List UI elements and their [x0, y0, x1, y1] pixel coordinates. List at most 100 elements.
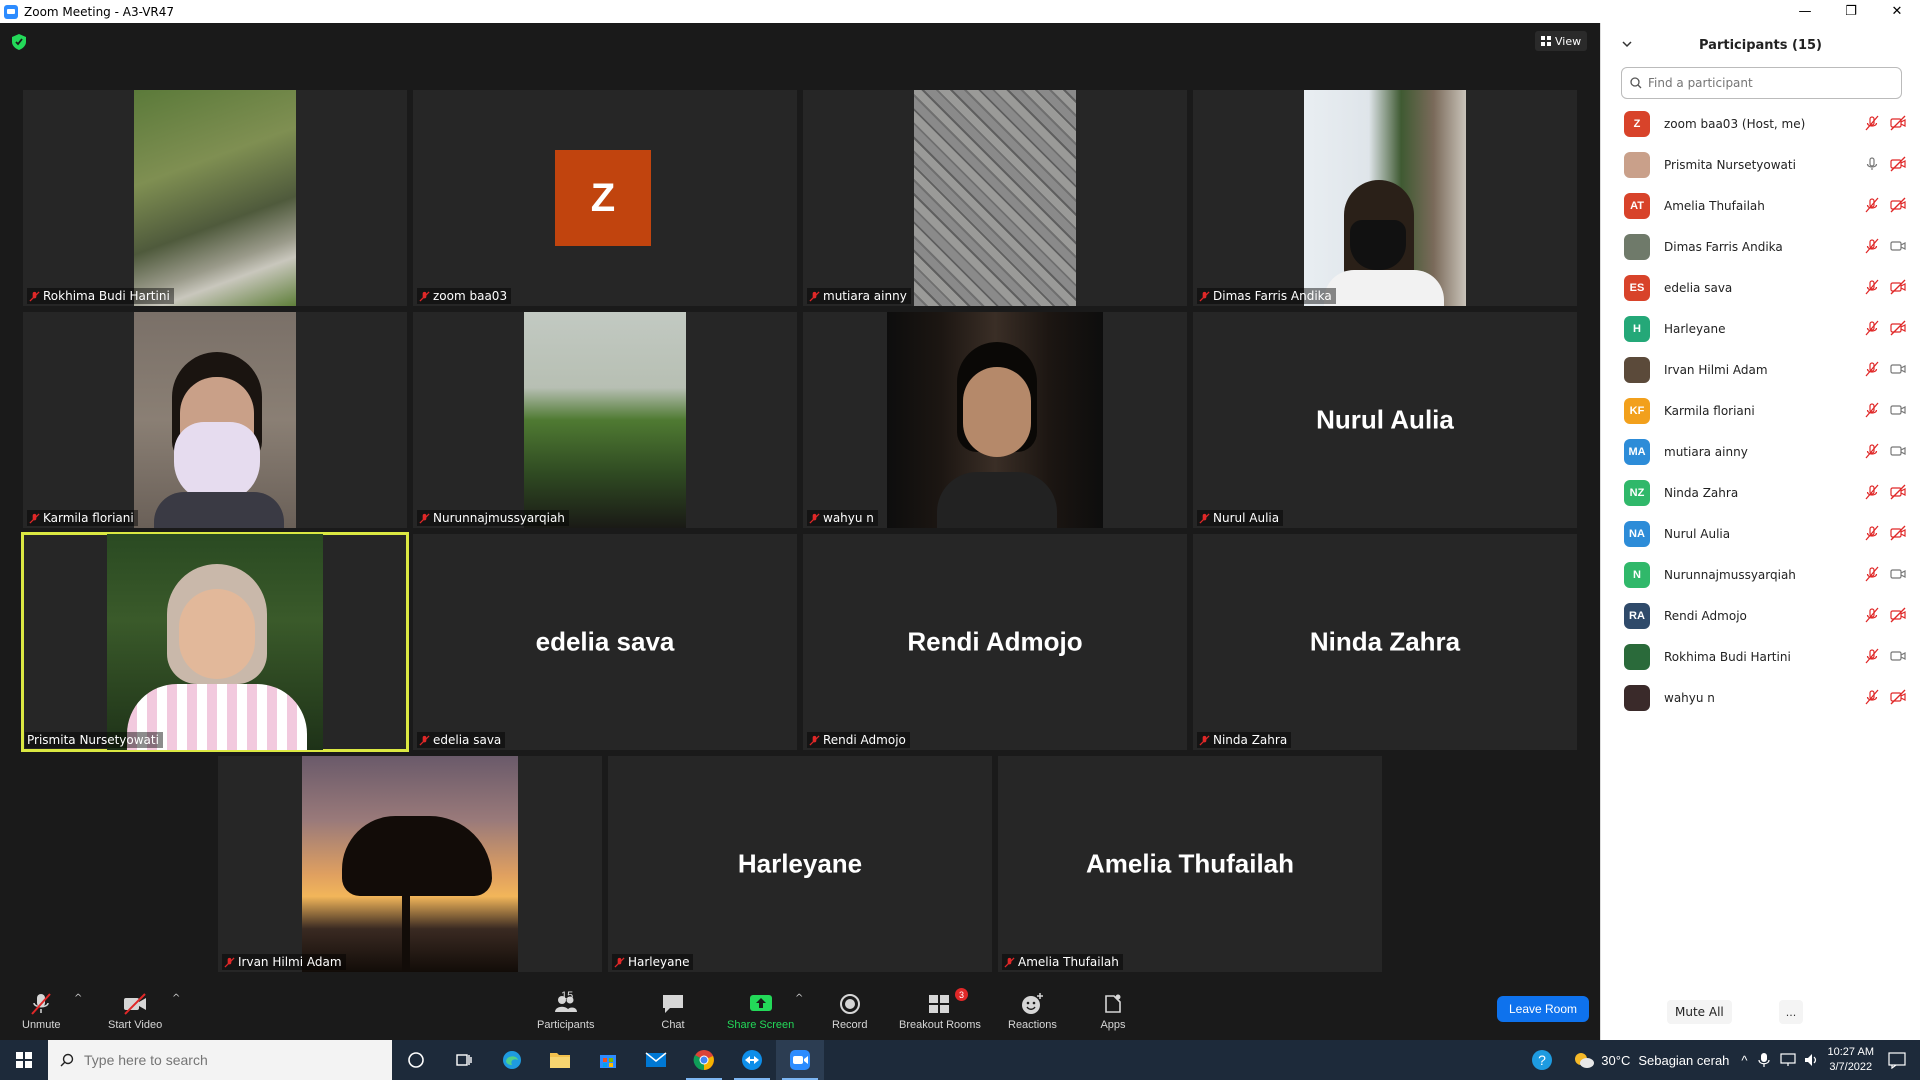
audio-options-caret[interactable]: ^ — [74, 993, 82, 1004]
mail-app[interactable] — [632, 1040, 680, 1080]
video-off-icon[interactable] — [1890, 607, 1906, 623]
video-tile[interactable]: Irvan Hilmi Adam — [218, 756, 602, 972]
participant-row[interactable]: NZ Ninda Zahra — [1601, 472, 1920, 513]
reactions-button[interactable]: Reactions — [1008, 992, 1057, 1031]
more-options-button[interactable]: ... — [1779, 1000, 1803, 1024]
chevron-up-icon[interactable]: ^ — [1741, 1053, 1747, 1068]
apps-button[interactable]: Apps — [1100, 992, 1126, 1031]
video-tile[interactable]: mutiara ainny — [803, 90, 1187, 306]
participant-row[interactable]: AT Amelia Thufailah — [1601, 185, 1920, 226]
video-tile[interactable]: Nurunnajmussyarqiah — [413, 312, 797, 528]
video-off-icon[interactable] — [1890, 156, 1906, 172]
video-tile[interactable]: Dimas Farris Andika — [1193, 90, 1577, 306]
store-app[interactable] — [584, 1040, 632, 1080]
file-explorer-app[interactable] — [536, 1040, 584, 1080]
microphone-icon[interactable] — [1757, 1052, 1770, 1068]
video-off-icon[interactable] — [1890, 197, 1906, 213]
video-off-icon[interactable] — [1890, 320, 1906, 336]
record-button[interactable]: Record — [832, 992, 867, 1031]
mic-muted-icon[interactable] — [1864, 607, 1880, 623]
video-tile[interactable]: Rendi Admojo Rendi Admojo — [803, 534, 1187, 750]
mic-muted-icon[interactable] — [1864, 484, 1880, 500]
task-view-button[interactable] — [440, 1040, 488, 1080]
video-tile[interactable]: Amelia Thufailah Amelia Thufailah — [998, 756, 1382, 972]
cortana-button[interactable] — [392, 1040, 440, 1080]
zoom-app[interactable] — [776, 1040, 824, 1080]
search-input[interactable] — [1648, 76, 1888, 90]
video-off-icon[interactable] — [1890, 115, 1906, 131]
start-button[interactable] — [0, 1040, 48, 1080]
mic-muted-icon[interactable] — [1864, 402, 1880, 418]
view-button[interactable]: View — [1535, 31, 1588, 51]
participant-row[interactable]: NA Nurul Aulia — [1601, 513, 1920, 554]
notifications-icon[interactable] — [1888, 1051, 1906, 1069]
video-on-icon[interactable] — [1890, 566, 1906, 582]
participant-row[interactable]: RA Rendi Admojo — [1601, 595, 1920, 636]
participant-row[interactable]: Dimas Farris Andika — [1601, 226, 1920, 267]
video-off-icon[interactable] — [1890, 279, 1906, 295]
taskbar-search-input[interactable] — [84, 1052, 364, 1068]
shield-check-icon[interactable] — [12, 34, 26, 50]
video-on-icon[interactable] — [1890, 648, 1906, 664]
leave-room-button[interactable]: Leave Room — [1497, 996, 1589, 1022]
mic-muted-icon[interactable] — [1864, 525, 1880, 541]
mute-all-button[interactable]: Mute All — [1667, 1000, 1732, 1024]
mic-muted-icon[interactable] — [1864, 197, 1880, 213]
volume-icon[interactable] — [1804, 1053, 1820, 1067]
minimize-button[interactable]: — — [1782, 0, 1828, 23]
participants-button[interactable]: 15 Participants — [537, 990, 594, 1031]
participant-row[interactable]: H Harleyane — [1601, 308, 1920, 349]
mic-muted-icon[interactable] — [1864, 320, 1880, 336]
video-off-icon[interactable] — [1890, 525, 1906, 541]
network-icon[interactable] — [1779, 1053, 1796, 1067]
close-button[interactable]: ✕ — [1874, 0, 1920, 23]
help-icon[interactable]: ? — [1531, 1049, 1553, 1071]
chevron-down-icon[interactable] — [1621, 38, 1633, 50]
participant-row[interactable]: Zzoom baa03 (Host, me) — [1601, 103, 1920, 144]
mic-muted-icon[interactable] — [1864, 443, 1880, 459]
video-options-caret[interactable]: ^ — [172, 993, 180, 1004]
mic-on-icon[interactable] — [1864, 156, 1880, 172]
start-video-button[interactable]: Start Video — [108, 992, 162, 1031]
video-tile-active-speaker[interactable]: Prismita Nursetyowati — [21, 532, 409, 752]
teamviewer-app[interactable] — [728, 1040, 776, 1080]
share-screen-button[interactable]: Share Screen — [727, 992, 794, 1031]
unmute-button[interactable]: Unmute — [22, 992, 61, 1031]
mic-muted-icon[interactable] — [1864, 566, 1880, 582]
chrome-app[interactable] — [680, 1040, 728, 1080]
participant-row[interactable]: N Nurunnajmussyarqiah — [1601, 554, 1920, 595]
share-options-caret[interactable]: ^ — [795, 993, 803, 1004]
video-on-icon[interactable] — [1890, 238, 1906, 254]
clock[interactable]: 10:27 AM 3/7/2022 — [1828, 1045, 1874, 1075]
video-tile[interactable]: wahyu n — [803, 312, 1187, 528]
taskbar-search[interactable] — [48, 1040, 392, 1080]
video-tile[interactable]: Harleyane Harleyane — [608, 756, 992, 972]
mic-muted-icon[interactable] — [1864, 238, 1880, 254]
video-on-icon[interactable] — [1890, 443, 1906, 459]
video-tile[interactable]: Z zoom baa03 — [413, 90, 797, 306]
video-on-icon[interactable] — [1890, 402, 1906, 418]
participant-row[interactable]: ES edelia sava — [1601, 267, 1920, 308]
mic-muted-icon[interactable] — [1864, 115, 1880, 131]
video-tile[interactable]: edelia sava edelia sava — [413, 534, 797, 750]
participant-row[interactable]: Prismita Nursetyowati — [1601, 144, 1920, 185]
mic-muted-icon[interactable] — [1864, 648, 1880, 664]
video-tile[interactable]: Karmila floriani — [23, 312, 407, 528]
mic-muted-icon[interactable] — [1864, 689, 1880, 705]
participant-row[interactable]: Rokhima Budi Hartini — [1601, 636, 1920, 677]
video-off-icon[interactable] — [1890, 689, 1906, 705]
restore-button[interactable]: ❐ — [1828, 0, 1874, 23]
mic-muted-icon[interactable] — [1864, 361, 1880, 377]
video-tile[interactable]: Rokhima Budi Hartini — [23, 90, 407, 306]
video-tile[interactable]: Nurul Aulia Nurul Aulia — [1193, 312, 1577, 528]
edge-app[interactable] — [488, 1040, 536, 1080]
video-off-icon[interactable] — [1890, 484, 1906, 500]
video-on-icon[interactable] — [1890, 361, 1906, 377]
chat-button[interactable]: Chat — [660, 992, 686, 1031]
participant-search[interactable] — [1621, 67, 1902, 99]
participant-row[interactable]: wahyu n — [1601, 677, 1920, 718]
participant-row[interactable]: Irvan Hilmi Adam — [1601, 349, 1920, 390]
participant-row[interactable]: KF Karmila floriani — [1601, 390, 1920, 431]
breakout-rooms-button[interactable]: 3 Breakout Rooms — [899, 988, 981, 1031]
mic-muted-icon[interactable] — [1864, 279, 1880, 295]
